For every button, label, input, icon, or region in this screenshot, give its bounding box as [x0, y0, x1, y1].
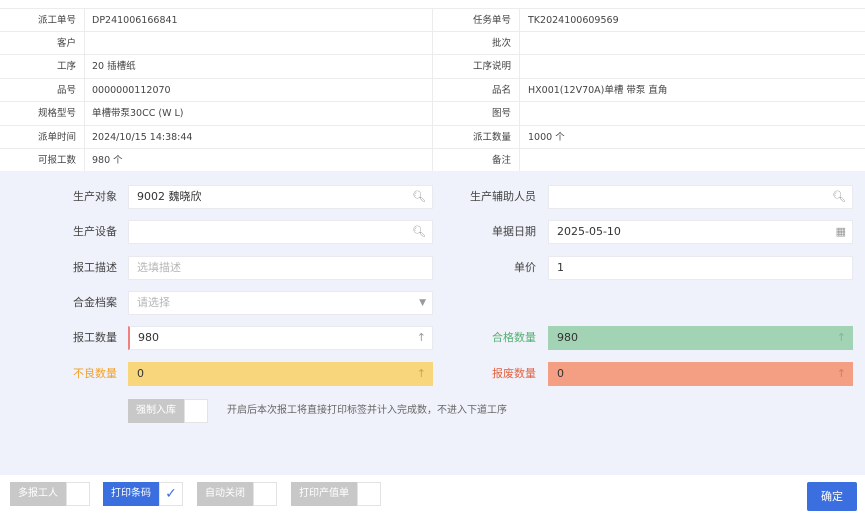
info-label: 客户	[0, 31, 85, 55]
report-quantity-value: 980	[138, 331, 159, 344]
report-quantity-label: 报工数量	[73, 331, 117, 344]
info-label: 图号	[432, 102, 520, 125]
info-label: 规格型号	[0, 102, 85, 125]
force-stock-note: 开启后本次报工将直接打印标签并计入完成数，不进入下道工序	[227, 405, 507, 416]
info-value: 1000 个	[528, 131, 565, 143]
unit-price-input[interactable]: 1	[548, 256, 853, 280]
info-row: 工序 20 插槽纸 工序说明	[0, 55, 865, 79]
info-value: TK2024100609569	[528, 15, 619, 26]
info-value: HX001(12V70A)单槽 带泵 直角	[528, 84, 668, 96]
confirm-button[interactable]: 确定	[807, 482, 857, 511]
document-date-input[interactable]: 2025-05-10 ▦	[548, 220, 853, 244]
info-value: 2024/10/15 14:38:44	[92, 131, 193, 143]
defective-quantity-value: 0	[137, 367, 144, 380]
report-description-input[interactable]: 选填描述	[128, 256, 433, 280]
unit-price-value: 1	[557, 261, 564, 274]
info-label: 任务单号	[432, 9, 520, 32]
info-label: 派工数量	[432, 125, 520, 149]
multi-reporter-toggle[interactable]: 多报工人	[10, 482, 90, 506]
scrap-quantity-label: 报废数量	[492, 367, 536, 380]
checkmark-icon[interactable]: ✓	[159, 482, 183, 506]
info-label: 派单时间	[0, 125, 85, 149]
alloy-archive-placeholder: 请选择	[137, 296, 170, 309]
info-row: 派单时间 2024/10/15 14:38:44 派工数量 1000 个	[0, 125, 865, 149]
info-row: 派工单号 DP241006166841 任务单号 TK2024100609569	[0, 8, 865, 32]
search-icon[interactable]: 🔍︎	[412, 186, 426, 208]
report-form: 生产对象 9002 魏晓欣 🔍︎ 生产辅助人员 🔍︎ 生产设备 🔍︎ 单据日期 …	[0, 171, 865, 475]
multi-reporter-label: 多报工人	[10, 482, 66, 506]
info-label: 工序	[0, 55, 85, 78]
unit-price-label: 单价	[514, 261, 536, 274]
info-value: 单槽带泵30CC (W L)	[92, 108, 184, 119]
arrow-up-icon[interactable]: ↑	[837, 327, 846, 349]
multi-reporter-checkbox[interactable]	[66, 482, 90, 506]
info-label: 工序说明	[432, 55, 520, 78]
qualified-quantity-input[interactable]: 980 ↑	[548, 326, 853, 350]
document-date-label: 单据日期	[492, 225, 536, 238]
info-label: 派工单号	[0, 9, 85, 32]
production-target-value: 9002 魏晓欣	[137, 190, 202, 203]
info-row: 可报工数 980 个 备注	[0, 149, 865, 173]
print-barcode-label: 打印条码	[103, 482, 159, 506]
print-output-label: 打印产值单	[291, 482, 357, 506]
auto-close-checkbox[interactable]	[253, 482, 277, 506]
info-value: 980 个	[92, 155, 123, 166]
arrow-up-icon[interactable]: ↑	[837, 363, 846, 385]
auto-close-toggle[interactable]: 自动关闭	[197, 482, 277, 506]
search-icon[interactable]: 🔍︎	[412, 221, 426, 243]
report-work-dialog: 派工单号 DP241006166841 任务单号 TK2024100609569…	[0, 0, 865, 515]
calendar-icon[interactable]: ▦	[836, 221, 846, 243]
info-label: 可报工数	[0, 149, 85, 172]
arrow-up-icon[interactable]: ↑	[417, 327, 426, 349]
report-description-placeholder: 选填描述	[137, 261, 181, 274]
info-value: DP241006166841	[92, 15, 178, 26]
production-equipment-input[interactable]: 🔍︎	[128, 220, 433, 244]
search-icon[interactable]: 🔍︎	[832, 186, 846, 208]
print-barcode-toggle[interactable]: 打印条码 ✓	[103, 482, 183, 506]
production-assistant-input[interactable]: 🔍︎	[548, 185, 853, 209]
info-label: 批次	[432, 31, 520, 55]
dispatch-info-table: 派工单号 DP241006166841 任务单号 TK2024100609569…	[0, 8, 865, 173]
info-value: 20 插槽纸	[92, 61, 136, 72]
report-quantity-input[interactable]: 980 ↑	[128, 326, 433, 350]
auto-close-label: 自动关闭	[197, 482, 253, 506]
print-output-checkbox[interactable]	[357, 482, 381, 506]
report-description-label: 报工描述	[73, 261, 117, 274]
info-row: 客户 批次	[0, 31, 865, 55]
chevron-down-icon: ▼	[419, 298, 426, 308]
force-stock-toggle[interactable]: 强制入库	[128, 399, 208, 423]
info-row: 品号 0000000112070 品名 HX001(12V70A)单槽 带泵 直…	[0, 78, 865, 102]
info-value: 0000000112070	[92, 84, 171, 96]
production-equipment-label: 生产设备	[73, 225, 117, 238]
arrow-up-icon[interactable]: ↑	[417, 363, 426, 385]
defective-quantity-label: 不良数量	[73, 367, 117, 380]
info-label: 品号	[0, 78, 85, 102]
scrap-quantity-value: 0	[557, 367, 564, 380]
info-label: 备注	[432, 149, 520, 172]
force-stock-checkbox[interactable]	[184, 399, 208, 423]
alloy-archive-select[interactable]: 请选择 ▼	[128, 291, 433, 315]
qualified-quantity-label: 合格数量	[492, 331, 536, 344]
scrap-quantity-input[interactable]: 0 ↑	[548, 362, 853, 386]
print-output-toggle[interactable]: 打印产值单	[291, 482, 381, 506]
qualified-quantity-value: 980	[557, 331, 578, 344]
production-target-input[interactable]: 9002 魏晓欣 🔍︎	[128, 185, 433, 209]
production-target-label: 生产对象	[73, 190, 117, 203]
info-label: 品名	[432, 78, 520, 102]
defective-quantity-input[interactable]: 0 ↑	[128, 362, 433, 386]
document-date-value: 2025-05-10	[557, 225, 621, 238]
alloy-archive-label: 合金档案	[73, 296, 117, 309]
production-assistant-label: 生产辅助人员	[470, 190, 536, 203]
force-stock-label: 强制入库	[128, 399, 184, 423]
info-row: 规格型号 单槽带泵30CC (W L) 图号	[0, 102, 865, 126]
